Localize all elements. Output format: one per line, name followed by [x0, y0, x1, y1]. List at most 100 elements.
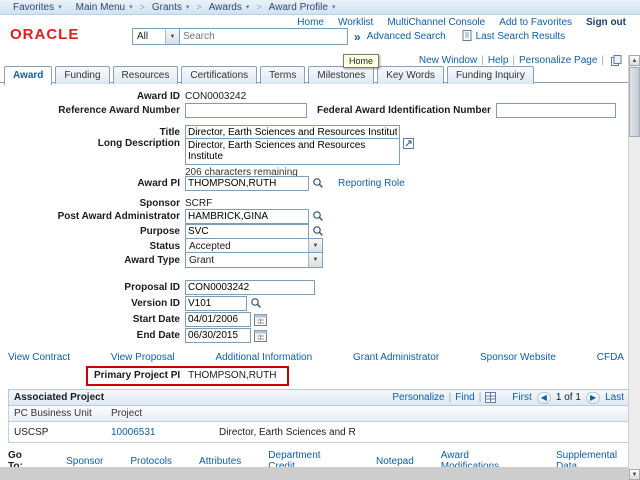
- calendar-icon[interactable]: [254, 313, 267, 326]
- start-date-input[interactable]: [185, 312, 251, 327]
- breadcrumb: Favorites ▾ Main Menu ▾ > Grants ▾ > Awa…: [0, 0, 640, 15]
- search-scope-select[interactable]: All ▼: [132, 28, 180, 45]
- breadcrumb-award-profile[interactable]: Award Profile ▾: [262, 2, 343, 13]
- field-reference-federal: Reference Award Number Federal Award Ide…: [0, 102, 628, 118]
- lookup-icon[interactable]: [312, 177, 324, 189]
- chevron-down-icon: ▾: [58, 3, 62, 11]
- header-nav: Home Worklist MultiChannel Console Add t…: [297, 17, 626, 28]
- purpose-label: Purpose: [0, 226, 180, 237]
- quick-links-row: View Contract View Proposal Additional I…: [8, 352, 624, 363]
- cfda-link[interactable]: CFDA: [597, 352, 624, 363]
- post-award-admin-label: Post Award Administrator: [0, 211, 180, 222]
- project-link[interactable]: 10006531: [111, 427, 156, 438]
- proposal-id-input[interactable]: [185, 280, 315, 295]
- tab-milestones[interactable]: Milestones: [308, 66, 374, 84]
- goto-notepad-link[interactable]: Notepad: [376, 456, 414, 467]
- goto-sponsor-link[interactable]: Sponsor: [66, 456, 103, 467]
- search-go-icon[interactable]: »: [354, 30, 361, 44]
- tab-resources[interactable]: Resources: [113, 66, 179, 84]
- award-profile-page: Favorites ▾ Main Menu ▾ > Grants ▾ > Awa…: [0, 0, 640, 480]
- goto-attributes-link[interactable]: Attributes: [199, 456, 241, 467]
- primary-project-pi-label: Primary Project PI: [94, 370, 180, 381]
- grant-administrator-link[interactable]: Grant Administrator: [353, 352, 439, 363]
- associated-project-header: Associated Project Personalize | Find | …: [8, 389, 630, 406]
- advanced-search-link[interactable]: Advanced Search: [367, 31, 446, 42]
- scroll-down-icon[interactable]: ▼: [629, 469, 640, 480]
- expand-icon[interactable]: [403, 138, 414, 149]
- scroll-up-icon[interactable]: ▲: [629, 55, 640, 66]
- award-type-select[interactable]: Grant ▼: [185, 252, 323, 268]
- results-icon: [462, 30, 473, 44]
- nav-add-favorites-link[interactable]: Add to Favorites: [499, 17, 572, 28]
- personalize-page-link[interactable]: Personalize Page: [519, 55, 597, 66]
- lookup-icon[interactable]: [250, 297, 262, 309]
- pager-next-icon[interactable]: ▶: [586, 392, 600, 404]
- cell-business-unit: USCSP: [9, 427, 109, 438]
- grid-column-headers: PC Business Unit Project: [8, 406, 630, 422]
- personalize-page-icon[interactable]: [611, 55, 622, 66]
- chevron-down-icon: ▾: [129, 3, 133, 11]
- long-description-label: Long Description: [0, 138, 180, 149]
- nav-home-link[interactable]: Home: [297, 17, 324, 28]
- pager-first-link[interactable]: First: [512, 392, 531, 403]
- help-link[interactable]: Help: [488, 55, 509, 66]
- tab-certifications[interactable]: Certifications: [181, 66, 257, 84]
- sign-out-link[interactable]: Sign out: [586, 17, 626, 28]
- breadcrumb-favorites[interactable]: Favorites ▾: [6, 2, 69, 13]
- grid-toolbar: Personalize | Find | First ◀ 1 of 1 ▶ La…: [392, 392, 624, 404]
- view-proposal-link[interactable]: View Proposal: [111, 352, 175, 363]
- version-id-label: Version ID: [0, 298, 180, 309]
- table-row: USCSP 10006531 Director, Earth Sciences …: [8, 422, 630, 443]
- col-project: Project: [109, 408, 217, 419]
- associated-project-section: Associated Project Personalize | Find | …: [8, 389, 630, 443]
- tab-terms[interactable]: Terms: [260, 66, 305, 84]
- tab-key-words[interactable]: Key Words: [377, 66, 444, 84]
- calendar-icon[interactable]: [254, 329, 267, 342]
- grid-export-icon[interactable]: [485, 392, 496, 403]
- nav-worklist-link[interactable]: Worklist: [338, 17, 373, 28]
- field-post-award-admin: Post Award Administrator: [0, 208, 628, 224]
- field-end-date: End Date: [0, 327, 628, 343]
- end-date-input[interactable]: [185, 328, 251, 343]
- purpose-input[interactable]: [185, 224, 309, 239]
- scrollbar-thumb[interactable]: [629, 67, 640, 137]
- lookup-icon[interactable]: [312, 210, 324, 222]
- nav-multichannel-link[interactable]: MultiChannel Console: [387, 17, 485, 28]
- reference-award-number-input[interactable]: [185, 103, 307, 118]
- oracle-logo: ORACLE: [10, 26, 79, 43]
- global-search: All ▼ » Advanced Search Last Search Resu…: [132, 28, 565, 45]
- pager-prev-icon[interactable]: ◀: [537, 392, 551, 404]
- view-contract-link[interactable]: View Contract: [8, 352, 70, 363]
- personalize-grid-link[interactable]: Personalize: [392, 392, 444, 403]
- additional-information-link[interactable]: Additional Information: [215, 352, 312, 363]
- award-id-label: Award ID: [0, 91, 180, 102]
- long-description-textarea[interactable]: Director, Earth Sciences and Resources I…: [185, 138, 400, 165]
- last-search-results-link[interactable]: Last Search Results: [476, 31, 566, 42]
- post-award-admin-input[interactable]: [185, 209, 309, 224]
- grid-pager: First ◀ 1 of 1 ▶ Last: [512, 392, 624, 404]
- breadcrumb-grants[interactable]: Grants ▾: [145, 2, 197, 13]
- lookup-icon[interactable]: [312, 225, 324, 237]
- breadcrumb-awards[interactable]: Awards ▾: [202, 2, 257, 13]
- find-link[interactable]: Find: [455, 392, 474, 403]
- tab-award[interactable]: Award: [4, 66, 52, 85]
- chevron-down-icon: ▼: [308, 239, 322, 253]
- field-proposal-id: Proposal ID: [0, 279, 628, 295]
- pager-last-link[interactable]: Last: [605, 392, 624, 403]
- field-start-date: Start Date: [0, 311, 628, 327]
- reporting-role-link[interactable]: Reporting Role: [338, 178, 405, 189]
- new-window-link[interactable]: New Window: [419, 55, 477, 66]
- vertical-scrollbar[interactable]: ▲ ▼: [628, 55, 640, 480]
- sponsor-website-link[interactable]: Sponsor Website: [480, 352, 556, 363]
- page-bottom-strip: [0, 467, 628, 480]
- award-pi-input[interactable]: [185, 176, 309, 191]
- cell-description: Director, Earth Sciences and R: [217, 427, 629, 438]
- goto-protocols-link[interactable]: Protocols: [130, 456, 172, 467]
- breadcrumb-main-menu[interactable]: Main Menu ▾: [69, 2, 140, 13]
- federal-award-id-input[interactable]: [496, 103, 616, 118]
- version-id-input[interactable]: [185, 296, 247, 311]
- search-input[interactable]: [180, 28, 348, 45]
- tab-funding[interactable]: Funding: [55, 66, 109, 84]
- proposal-id-label: Proposal ID: [0, 282, 180, 293]
- tab-funding-inquiry[interactable]: Funding Inquiry: [447, 66, 534, 84]
